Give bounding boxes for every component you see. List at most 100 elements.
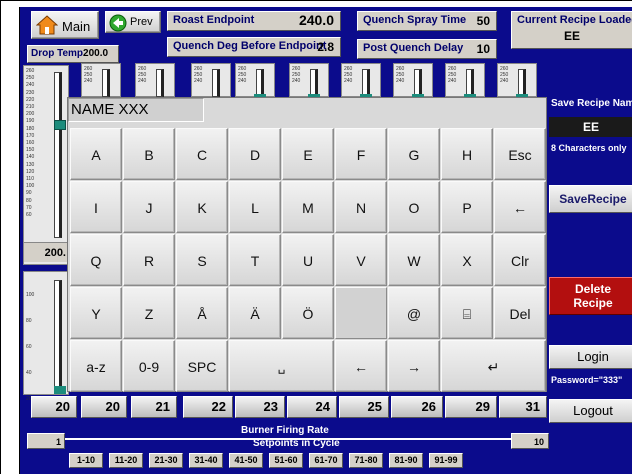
key-t[interactable]: T	[229, 234, 281, 286]
setpoint-9[interactable]: 29	[445, 396, 497, 418]
save-recipe-button[interactable]: SaveRecipe	[549, 185, 632, 213]
key-b[interactable]: B	[123, 128, 175, 180]
space-label-key[interactable]: SPC	[176, 340, 228, 392]
drop-temp-thumb[interactable]	[54, 120, 66, 130]
setpoint-2[interactable]: 20	[81, 396, 127, 418]
numbers-key[interactable]: 0-9	[123, 340, 175, 392]
name-input[interactable]: NAME XXX	[68, 98, 204, 122]
backspace-key[interactable]: ←	[335, 340, 387, 392]
key-l[interactable]: L	[229, 181, 281, 233]
post-quench-field[interactable]: Post Quench Delay 10	[357, 39, 497, 59]
hmi-screen: Main Prev Roast Endpoint 240.0 Quench De…	[0, 0, 632, 474]
login-button[interactable]: Login	[549, 345, 632, 369]
lower-left-track	[54, 280, 62, 392]
setpoint-7[interactable]: 25	[339, 396, 389, 418]
at-key[interactable]: @	[388, 287, 440, 339]
key-w[interactable]: W	[388, 234, 440, 286]
enter-key[interactable]: ↵	[441, 340, 546, 392]
key-p[interactable]: P	[441, 181, 493, 233]
lower-left-scale: 100 80 60 40 20	[26, 292, 35, 402]
slider-5[interactable]: 260 250 240	[289, 63, 329, 97]
key-q[interactable]: Q	[70, 234, 122, 286]
characters-note: 8 Characters only	[551, 143, 627, 153]
logout-button[interactable]: Logout	[549, 399, 632, 423]
key-ä[interactable]: Ä	[229, 287, 281, 339]
key-y[interactable]: Y	[70, 287, 122, 339]
cycle-end-index: 10	[511, 433, 549, 449]
quench-spray-field[interactable]: Quench Spray Time 50	[357, 11, 497, 31]
key-z[interactable]: Z	[123, 287, 175, 339]
escape-key[interactable]: Esc	[494, 128, 546, 180]
clear-key[interactable]: Clr	[494, 234, 546, 286]
lower-left-slider[interactable]: 100 80 60 40 20	[23, 271, 69, 402]
space-key[interactable]: ␣	[229, 340, 334, 392]
range-button-9[interactable]: 81-90	[389, 453, 423, 468]
key-h[interactable]: H	[441, 128, 493, 180]
prev-label: Prev	[130, 16, 153, 28]
slider-scale: 260 250 240	[138, 66, 147, 84]
range-button-4[interactable]: 31-40	[189, 453, 223, 468]
delete-key[interactable]: Del	[494, 287, 546, 339]
range-button-10[interactable]: 91-99	[429, 453, 463, 468]
key-u[interactable]: U	[282, 234, 334, 286]
prev-button[interactable]: Prev	[105, 11, 161, 33]
setpoint-5[interactable]: 23	[235, 396, 285, 418]
save-recipe-name-input[interactable]: EE	[549, 117, 632, 137]
range-button-3[interactable]: 21-30	[149, 453, 183, 468]
range-button-5[interactable]: 41-50	[229, 453, 263, 468]
slider-9[interactable]: 260 250 240	[497, 63, 537, 97]
key-c[interactable]: C	[176, 128, 228, 180]
range-button-1[interactable]: 1-10	[69, 453, 103, 468]
key-v[interactable]: V	[335, 234, 387, 286]
roast-endpoint-field[interactable]: Roast Endpoint 240.0	[167, 11, 341, 31]
slider-4[interactable]: 260 250 240	[235, 63, 275, 97]
range-button-7[interactable]: 61-70	[309, 453, 343, 468]
quench-deg-field[interactable]: Quench Deg Before Endpoint 2.8	[167, 37, 341, 57]
slider-7[interactable]: 260 250 240	[393, 63, 433, 97]
key-g[interactable]: G	[388, 128, 440, 180]
setpoint-3[interactable]: 21	[131, 396, 177, 418]
slider-8[interactable]: 260 250 240	[445, 63, 485, 97]
key-r[interactable]: R	[123, 234, 175, 286]
slider-1[interactable]: 260 250 240	[81, 63, 121, 97]
right-arrow-key[interactable]: →	[388, 340, 440, 392]
setpoint-1[interactable]: 20	[31, 396, 77, 418]
key-n[interactable]: N	[335, 181, 387, 233]
key-a[interactable]: A	[70, 128, 122, 180]
quench-deg-value: 2.8	[317, 40, 334, 54]
setpoint-10[interactable]: 31	[499, 396, 547, 418]
slider-2[interactable]: 260 250 240	[135, 63, 175, 97]
burner-firing-rate-label: Burner Firing Rate	[241, 425, 329, 436]
key-x[interactable]: X	[441, 234, 493, 286]
lowercase-key[interactable]: a-z	[70, 340, 122, 392]
setpoint-8[interactable]: 26	[391, 396, 443, 418]
range-button-6[interactable]: 51-60	[269, 453, 303, 468]
setpoint-4[interactable]: 22	[183, 396, 233, 418]
symbol-key[interactable]: ⌸	[441, 287, 493, 339]
slider-3[interactable]: 260 250 240	[191, 63, 231, 97]
setpoint-6[interactable]: 24	[287, 396, 337, 418]
delete-recipe-button[interactable]: Delete Recipe	[549, 277, 632, 315]
key-i[interactable]: I	[70, 181, 122, 233]
key-j[interactable]: J	[123, 181, 175, 233]
key-e[interactable]: E	[282, 128, 334, 180]
lower-left-thumb[interactable]	[54, 386, 66, 394]
key-d[interactable]: D	[229, 128, 281, 180]
range-button-2[interactable]: 11-20	[109, 453, 143, 468]
cycle-progress-track	[65, 438, 513, 440]
key-m[interactable]: M	[282, 181, 334, 233]
key-f[interactable]: F	[335, 128, 387, 180]
slider-scale: 260 250 240	[84, 66, 93, 84]
key-k[interactable]: K	[176, 181, 228, 233]
drop-temp-slider[interactable]: 260 250 240 230 220 210 200 190 180 170 160 150 140 1…	[23, 65, 69, 265]
key-å[interactable]: Å	[176, 287, 228, 339]
key-o[interactable]: O	[388, 181, 440, 233]
drop-temp-field[interactable]: Drop Temp200.0	[27, 45, 119, 63]
key-s[interactable]: S	[176, 234, 228, 286]
main-button[interactable]: Main	[31, 11, 99, 39]
range-button-8[interactable]: 71-80	[349, 453, 383, 468]
slider-6[interactable]: 260 250 240	[341, 63, 381, 97]
slider-bar	[102, 69, 110, 97]
backspace-key[interactable]: ←	[494, 181, 546, 233]
key-ö[interactable]: Ö	[282, 287, 334, 339]
